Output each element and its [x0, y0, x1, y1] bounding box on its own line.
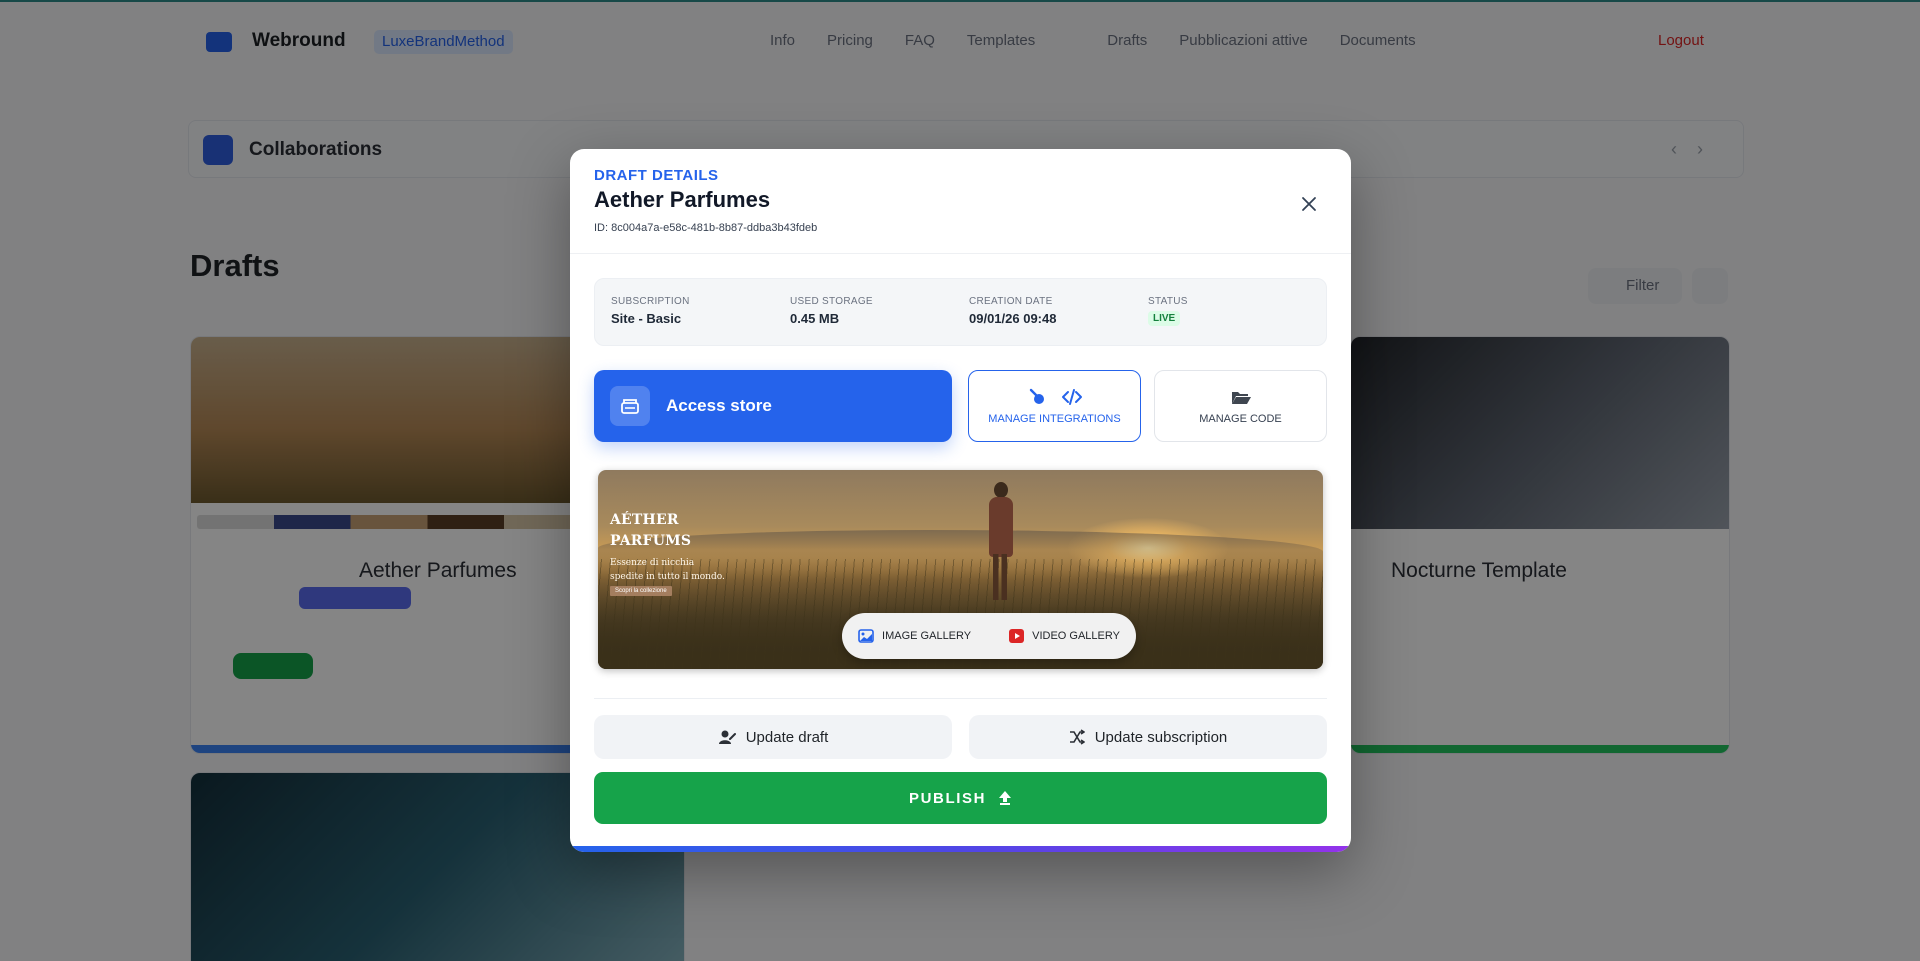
upload-arrow-icon	[999, 791, 1012, 805]
publish-button[interactable]: PUBLISH	[594, 772, 1327, 824]
update-draft-button[interactable]: Update draft	[594, 715, 952, 759]
manage-code-button[interactable]: MANAGE CODE	[1154, 370, 1327, 442]
update-subscription-label: Update subscription	[1094, 728, 1228, 746]
status-label: STATUS	[1148, 296, 1188, 307]
modal-eyebrow: DRAFT DETAILS	[594, 167, 719, 184]
image-icon	[858, 629, 874, 643]
plug-icon	[1029, 388, 1044, 404]
storage-value: 0.45 MB	[790, 311, 840, 326]
status-badge: LIVE	[1148, 311, 1181, 326]
code-icon	[1061, 389, 1082, 405]
publish-label: PUBLISH	[908, 789, 987, 807]
close-icon	[1302, 197, 1316, 211]
creation-date-label: CREATION DATE	[969, 296, 1053, 307]
subscription-info: SUBSCRIPTION Site - Basic	[611, 296, 690, 326]
manage-integrations-label: MANAGE INTEGRATIONS	[988, 413, 1121, 425]
preview-cta: Scopri la collezione	[610, 586, 672, 596]
close-button[interactable]	[1294, 189, 1324, 219]
image-gallery-label: IMAGE GALLERY	[882, 630, 972, 642]
update-subscription-button[interactable]: Update subscription	[969, 715, 1327, 759]
modal-title: Aether Parfumes	[594, 187, 771, 212]
storage-info: USED STORAGE 0.45 MB	[790, 296, 873, 326]
storage-label: USED STORAGE	[790, 296, 873, 307]
draft-info-panel: SUBSCRIPTION Site - Basic USED STORAGE 0…	[594, 278, 1327, 346]
manage-code-icons	[1155, 387, 1326, 407]
manage-integrations-button[interactable]: MANAGE INTEGRATIONS	[968, 370, 1141, 442]
access-store-label: Access store	[666, 396, 772, 415]
video-icon	[1009, 629, 1025, 643]
video-gallery-button[interactable]: VIDEO GALLERY	[1009, 629, 1120, 643]
header-divider	[570, 253, 1351, 254]
draft-details-modal: DRAFT DETAILS Aether Parfumes ID: 8c004a…	[570, 149, 1351, 852]
preview-brand-line1: AÉTHER	[610, 512, 679, 528]
image-gallery-button[interactable]: IMAGE GALLERY	[858, 629, 971, 643]
preview-figure	[983, 482, 1017, 600]
update-draft-label: Update draft	[745, 728, 829, 746]
folder-open-icon	[1231, 392, 1251, 404]
modal-gradient-bar	[570, 846, 1351, 852]
site-preview[interactable]: AÉTHER PARFUMS Essenze di nicchia spedit…	[598, 470, 1323, 669]
preview-tagline: Essenze di nicchia spedite in tutto il m…	[610, 558, 725, 582]
preview-brand-line2: PARFUMS	[610, 533, 692, 549]
subscription-value: Site - Basic	[611, 311, 682, 326]
status-info: STATUS LIVE	[1148, 296, 1188, 326]
creation-date-info: CREATION DATE 09/01/26 09:48	[969, 296, 1056, 326]
draft-id: ID: 8c004a7a-e58c-481b-8b87-ddba3b43fdeb	[594, 222, 818, 234]
integrations-icons	[969, 387, 1140, 407]
access-store-button[interactable]: Access store	[594, 370, 952, 442]
shuffle-icon	[1069, 729, 1085, 745]
actions-divider	[594, 698, 1327, 699]
user-edit-icon	[718, 730, 736, 744]
video-gallery-label: VIDEO GALLERY	[1032, 630, 1120, 642]
manage-code-label: MANAGE CODE	[1199, 413, 1282, 425]
preview-brand: AÉTHER PARFUMS	[610, 510, 691, 552]
gallery-switcher: IMAGE GALLERY VIDEO GALLERY	[842, 613, 1136, 659]
subscription-label: SUBSCRIPTION	[611, 296, 690, 307]
creation-date-value: 09/01/26 09:48	[969, 311, 1057, 326]
store-icon-wrap	[610, 386, 650, 426]
store-icon	[621, 399, 639, 414]
